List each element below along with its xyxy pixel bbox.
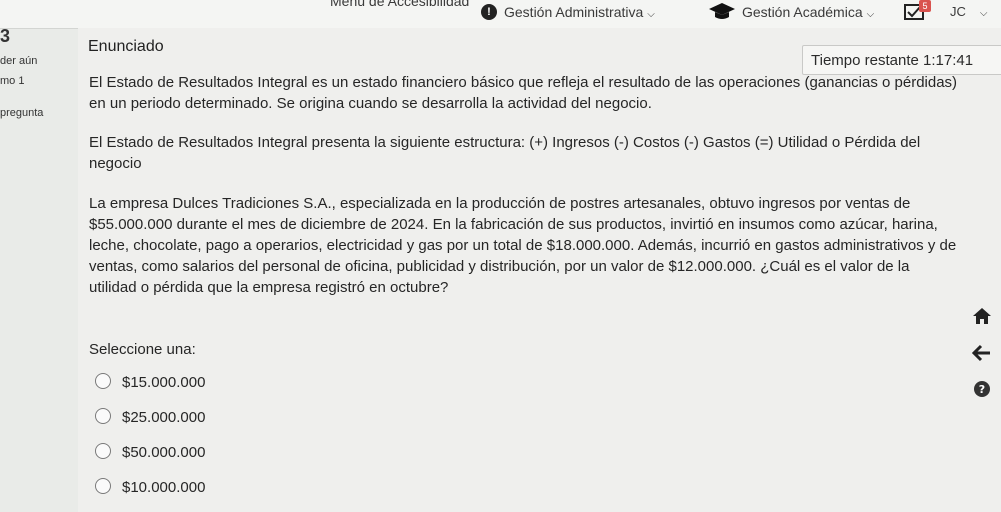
academic-menu[interactable]: Gestión Académica ⌵ [742,4,874,20]
answer-option-label: $15.000.000 [122,374,206,391]
answer-option-2[interactable]: $25.000.000 [95,408,206,429]
svg-text:?: ? [979,383,985,396]
question-heading: Enunciado [88,38,164,55]
radio-button[interactable] [95,443,111,460]
admin-menu[interactable]: Gestión Administrativa ⌵ [504,4,655,20]
question-icon[interactable]: ? [973,380,991,403]
question-paragraph-1: El Estado de Resultados Integral es un e… [89,74,958,112]
answer-option-label: $10.000.000 [122,479,206,496]
chevron-down-icon: ⌵ [979,8,988,19]
answer-option-3[interactable]: $50.000.000 [95,443,206,464]
top-navigation-bar: Menú de Accesibilidad ! Gestión Administ… [0,0,1001,29]
notification-badge: 5 [919,0,931,12]
question-status: der aún [0,55,38,67]
timer-box: Tiempo restante 1:17:41 [802,45,1001,75]
accessibility-menu-label: Menú de Accesibilidad [330,0,470,9]
question-content: Enunciado Tiempo restante 1:17:41 El Est… [78,28,1001,512]
timer-label: Tiempo restante [811,52,919,69]
user-initials: JC [950,4,966,19]
question-number: 3 [0,26,11,46]
accessibility-menu[interactable]: Menú de Accesibilidad [330,0,469,9]
select-prompt: Seleccione una: [89,341,196,358]
answer-option-4[interactable]: $10.000.000 [95,478,206,499]
radio-button[interactable] [95,408,111,425]
question-mark-value: mo 1 [0,75,25,87]
quiz-navigation-panel: 3 der aún mo 1 pregunta [0,26,78,512]
radio-button[interactable] [95,478,111,495]
graduation-cap-icon [708,2,736,23]
chevron-down-icon: ⌵ [647,9,655,20]
arrow-left-icon[interactable] [971,344,992,367]
user-menu[interactable]: JC ⌵ [950,4,987,19]
answer-option-1[interactable]: $15.000.000 [95,373,206,394]
admin-menu-label: Gestión Administrativa [504,4,644,20]
academic-menu-label: Gestión Académica [742,4,863,20]
alert-icon: ! [481,4,497,20]
answer-option-label: $25.000.000 [122,409,206,426]
chevron-down-icon: ⌵ [866,9,875,20]
flag-question-link[interactable]: pregunta [0,107,43,119]
radio-button[interactable] [95,373,111,390]
answer-option-label: $50.000.000 [122,444,206,461]
question-paragraph-2: El Estado de Resultados Integral present… [89,134,921,172]
timer-value: 1:17:41 [923,52,974,69]
question-paragraph-3: La empresa Dulces Tradiciones S.A., espe… [89,195,957,296]
home-icon[interactable] [972,307,992,330]
